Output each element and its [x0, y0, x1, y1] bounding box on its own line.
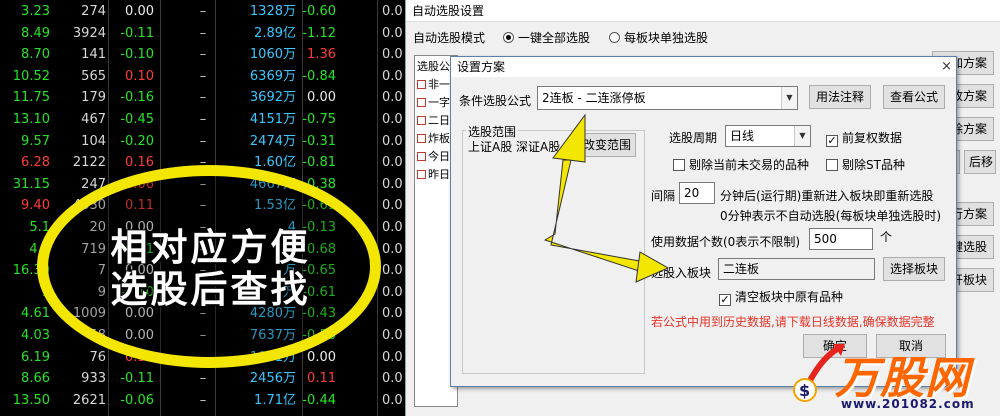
screenshot-stage: 3.23 274 0.00–1328万 -0.60 0.0 8.49 3924 -0.11–2… [0, 0, 1000, 416]
annotation-text: 相对应方便 选股后查找 [58, 227, 363, 311]
arrow-head-right [635, 251, 670, 283]
annotation-line-2: 选股后查找 [110, 268, 311, 311]
arrow-head-up [552, 113, 586, 163]
annotation-line-1: 相对应方便 [110, 226, 311, 269]
logo-dollar-mark: $ [799, 381, 810, 400]
watermark-logo: $ 万股网 www.201082.com [787, 340, 997, 416]
arrow-shaft [543, 159, 646, 273]
logo-url: www.201082.com [841, 397, 975, 411]
